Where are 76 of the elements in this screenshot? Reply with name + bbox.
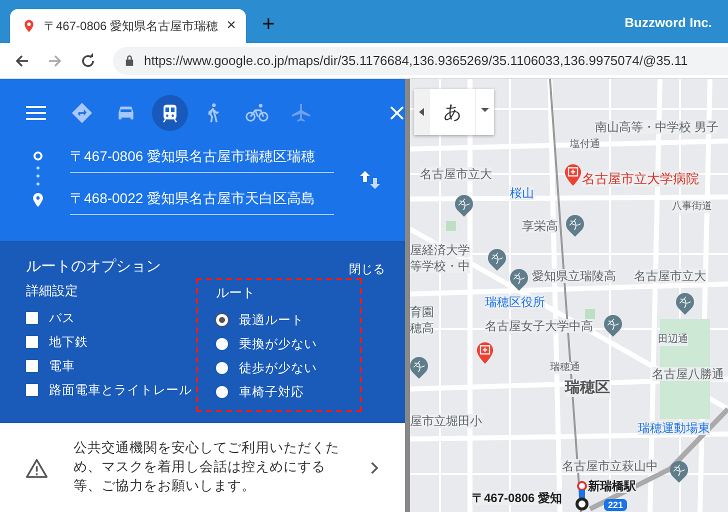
map-label[interactable]: 新瑞橋駅 [588,479,636,494]
browser-tab[interactable]: 〒467-0806 愛知県名古屋市瑞穂 × [10,9,246,43]
map-label[interactable]: 屋経済大学 [410,243,470,258]
input-method-widget[interactable]: あ [414,89,494,135]
checkbox-label: 地下鉄 [49,334,88,350]
map-label[interactable]: 瑞穂区役所 [485,295,545,310]
checkbox-label: バス [49,310,75,326]
radio-label: 徒歩が少ない [239,360,317,376]
radio-button[interactable] [216,314,228,326]
back-icon[interactable] [14,52,30,68]
radio-label: 乗換が少ない [239,336,317,352]
address-bar[interactable]: https://www.google.co.jp/maps/dir/35.1176684,136.9365269/35.1106033,136.9975074/@35.11 [113,46,728,74]
scrollbar[interactable] [405,79,410,512]
route-number-shield: 221 [604,499,628,511]
map-label[interactable]: 桜山 [510,186,534,200]
map-label[interactable]: 育園 [410,305,434,320]
checkbox-label: 路面電車とライトレール [49,382,192,398]
checkbox[interactable] [26,336,38,348]
radio-button[interactable] [216,386,228,398]
reload-icon[interactable] [80,52,96,68]
forward-icon[interactable] [47,52,63,68]
map-label[interactable]: 瑞穂通 [550,362,580,374]
radio-label: 最適ルート [239,312,304,328]
airplane-icon[interactable] [290,102,312,124]
destination-field[interactable]: 〒468-0022 愛知県名古屋市天白区高島 [70,187,334,215]
checkbox[interactable] [26,360,38,372]
map-label[interactable]: 塩付通 [570,139,600,151]
bicycle-icon[interactable] [245,102,270,124]
map-label[interactable]: 名古屋市立大 [420,167,492,182]
route-dots-icon [32,151,44,209]
options-title: ルートのオプション [26,257,161,276]
map-label[interactable]: 名古屋市立大 [634,269,706,284]
map-label[interactable]: 等学校・中 [410,259,470,274]
lock-icon [125,55,134,66]
map-label[interactable]: 八事街道 [672,201,712,213]
menu-icon[interactable] [26,105,46,121]
hospital-pin-icon[interactable] [564,163,582,187]
map-label[interactable]: 瑞穂区 [565,379,610,397]
origin-field[interactable]: 〒467-0806 愛知県名古屋市瑞穂区瑞穂 [70,145,334,173]
swap-icon[interactable] [360,170,380,190]
close-icon[interactable] [389,105,406,121]
map-label[interactable]: 〒467-0806 愛知 [472,491,562,506]
close-link[interactable]: 閉じる [349,261,385,278]
radio-button[interactable] [216,362,228,374]
map-label[interactable]: 名古屋市立萩山中 [562,459,658,474]
radio-label: 車椅子対応 [239,384,304,400]
radio-button[interactable] [216,338,228,350]
profile-name: Buzzword Inc. [624,15,713,30]
section-heading: ルート [216,284,256,302]
map-label[interactable]: 田辺通 [658,334,688,346]
new-tab-button[interactable]: + [262,11,275,37]
ime-key[interactable]: あ [430,89,475,135]
chevron-right-icon[interactable] [370,460,379,474]
map[interactable]: あ 南山高等・中学校 男子 塩付通 名古屋市立大 名古屋市立大学病院 桜山 享栄高 八事街道 屋経済大学 等学校・中 愛知県立瑞陵高 名古屋市立大 瑞穂区役所 育園 穂高 名古屋女子大学中高 田辺通 瑞穂通 名古屋八勝通 瑞穂区 屋市立堀田小 瑞穂運動場東 名古屋市立萩山中 新瑞橋駅 〒467-0806 愛知 文 文 文 文 文 文 文 文 221 [410,79,728,512]
checkbox[interactable] [26,312,38,324]
directions-diamond-icon[interactable] [70,102,93,124]
map-label[interactable]: 穂高 [410,321,434,336]
map-label[interactable]: 愛知県立瑞陵高 [532,269,616,284]
map-label[interactable]: 屋市立堀田小 [410,414,482,428]
map-pin-icon [22,19,36,33]
map-label[interactable]: 南山高等・中学校 男子 [595,120,718,134]
map-label[interactable]: 享栄高 [522,219,558,234]
map-label[interactable]: 瑞穂運動場東 [638,421,710,436]
checkbox[interactable] [26,384,38,396]
travel-mode-tab[interactable] [152,95,188,131]
map-label[interactable]: 名古屋八勝通 [652,367,724,382]
warning-icon [26,458,48,478]
map-label[interactable]: 名古屋女子大学中高 [485,319,593,334]
tab-close-button[interactable]: × [226,17,236,35]
route-start-marker-icon [575,481,589,511]
tab-title: 〒467-0806 愛知県名古屋市瑞穂 [44,18,219,34]
map-label[interactable]: 名古屋市立大学病院 [582,171,699,187]
notice-text: 公共交通機関を安心してご利用いただくため、マスクを着用し会話は控えめにする等、ご協力をお願いします。 [74,439,341,495]
hospital-pin-icon[interactable] [476,341,494,365]
checkbox-label: 電車 [49,358,75,374]
section-heading: 詳細設定 [26,282,79,300]
